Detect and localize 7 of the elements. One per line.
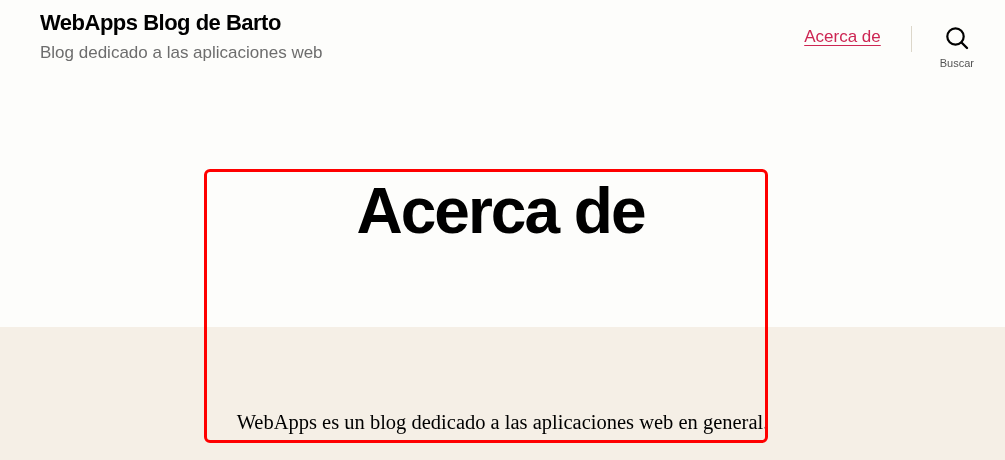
search-button[interactable]: Buscar bbox=[939, 26, 974, 69]
search-icon bbox=[944, 26, 969, 50]
page-paragraph: WebApps es un blog dedicado a las aplicaciones web en general. bbox=[236, 410, 769, 434]
site-title[interactable]: WebApps Blog de Barto bbox=[40, 10, 323, 36]
page-title: Acerca de bbox=[356, 179, 645, 243]
nav-link[interactable]: Acerca de bbox=[804, 26, 881, 48]
site-tagline: Blog dedicado a las aplicaciones web bbox=[40, 42, 323, 64]
